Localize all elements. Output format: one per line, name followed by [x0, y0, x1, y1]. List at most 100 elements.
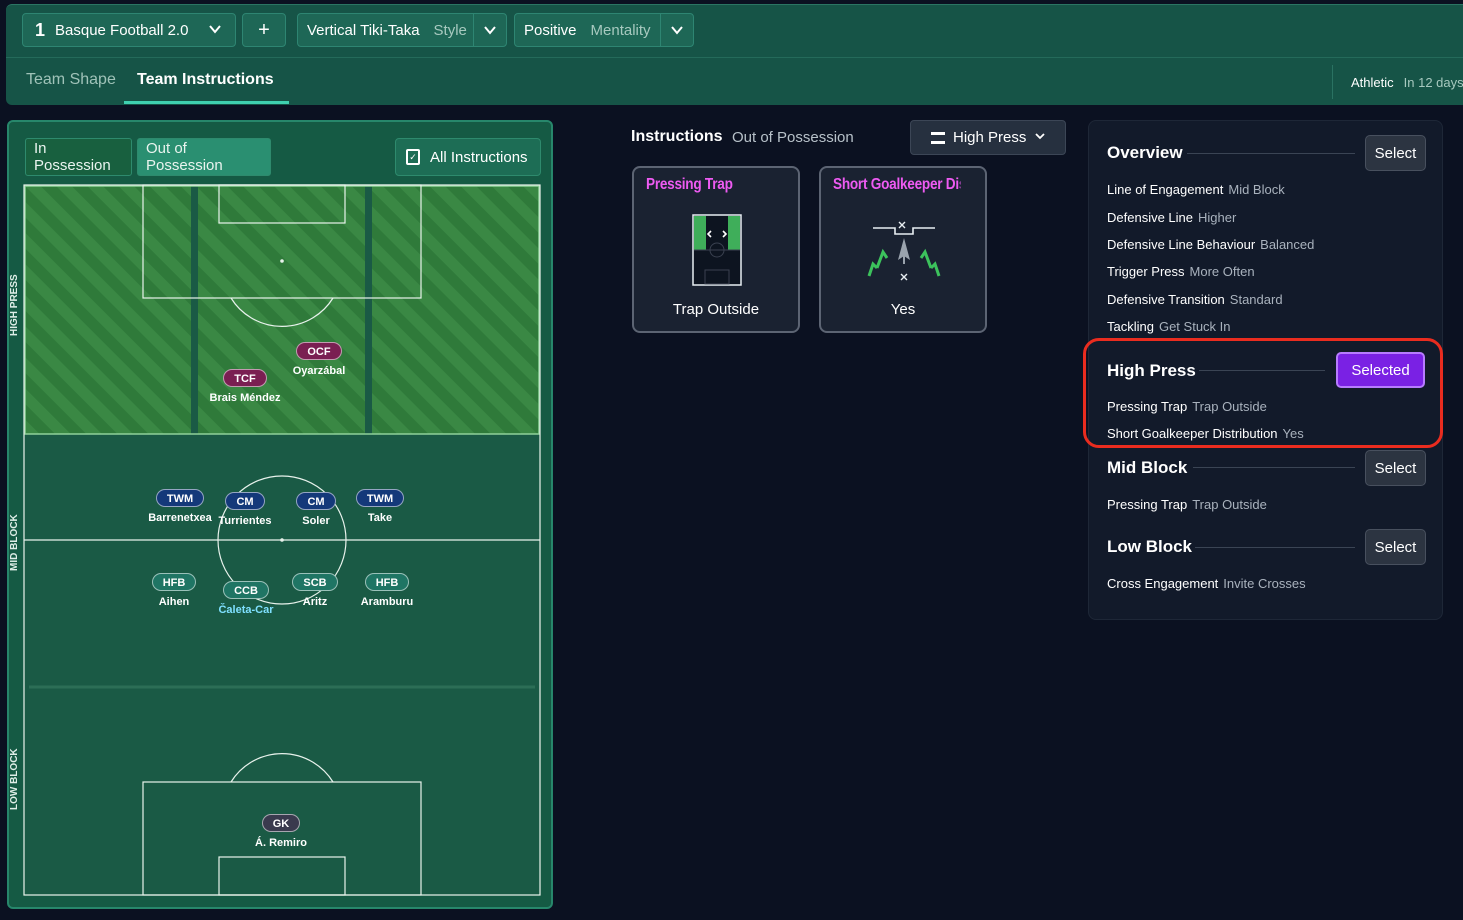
tab-team-instructions[interactable]: Team Instructions [137, 71, 274, 89]
mentality-label: Mentality [590, 21, 651, 39]
pitch: HIGH PRESS MID BLOCK LOW BLOCK OCF Oyarz… [9, 184, 541, 896]
divider [1187, 153, 1355, 154]
low-block-title: Low Block [1107, 537, 1193, 556]
chevron-down-icon [473, 14, 506, 46]
row-value: Trap Outside [1192, 497, 1267, 512]
row-value: More Often [1189, 264, 1255, 279]
position-badge: GK [261, 814, 301, 832]
high-press-zone-left [25, 186, 191, 434]
next-match-info[interactable]: Athletic In 12 days [1332, 65, 1463, 99]
position-badge: CM [296, 492, 336, 510]
player-name: Take [367, 512, 393, 524]
row-label: Defensive Line [1107, 210, 1193, 225]
checklist-icon: ✓ [406, 149, 420, 165]
player-gk[interactable]: GK Á. Remiro [236, 814, 326, 849]
divider [1195, 547, 1355, 548]
overview-row: Defensive Line Behaviour Balanced [1107, 237, 1314, 252]
instruction-card-pressing-trap[interactable]: Pressing Trap Trap Outside [632, 166, 800, 333]
pitch-trap-icon [692, 214, 742, 286]
row-label: Defensive Line Behaviour [1107, 237, 1256, 252]
out-of-possession-tab[interactable]: Out of Possession [137, 138, 271, 176]
row-value: Balanced [1260, 237, 1315, 252]
tactic-controls-row: 1 Basque Football 2.0 + Vertical Tiki-Ta… [6, 5, 1463, 58]
player-name: Brais Méndez [209, 392, 281, 404]
position-badge: OCF [296, 342, 342, 360]
plus-icon: + [258, 18, 270, 41]
position-badge: CM [225, 492, 265, 510]
card-title: Pressing Trap [646, 176, 733, 193]
mid-block-row: Pressing Trap Trap Outside [1107, 497, 1267, 512]
tabs-row: Team Shape Team Instructions Athletic In… [6, 57, 1463, 105]
style-selector[interactable]: Vertical Tiki-Taka Style [297, 13, 507, 47]
position-badge: SCB [292, 573, 338, 591]
overview-row: Tackling Get Stuck In [1107, 319, 1231, 334]
card-value: Yes [890, 301, 916, 318]
row-value: Invite Crosses [1223, 576, 1306, 591]
pitch-markings [23, 184, 541, 896]
chevron-down-icon [660, 14, 693, 46]
overview-row: Defensive Line Higher [1107, 210, 1236, 225]
position-badge: HFB [364, 573, 410, 591]
low-block-select-button[interactable]: Select [1365, 529, 1426, 565]
card-value: Trap Outside [672, 301, 760, 318]
row-label: Line of Engagement [1107, 182, 1224, 197]
in-possession-tab[interactable]: In Possession [25, 138, 132, 176]
zone-label-low-block: LOW BLOCK [9, 748, 20, 810]
next-opponent: Athletic [1351, 74, 1394, 90]
instructions-subtitle: Out of Possession [732, 129, 854, 146]
low-block-row: Cross Engagement Invite Crosses [1107, 576, 1306, 591]
tactic-selector[interactable]: 1 Basque Football 2.0 [22, 13, 236, 47]
active-tab-indicator [124, 101, 289, 104]
all-instructions-label: All Instructions [430, 148, 528, 166]
row-label: Tackling [1107, 319, 1154, 334]
position-badge: CCB [223, 581, 269, 599]
tactic-number: 1 [35, 19, 46, 40]
instruction-card-short-gk-distribution[interactable]: Short Goalkeeper Distr Yes [819, 166, 987, 333]
tactic-name: Basque Football 2.0 [55, 21, 189, 39]
player-tcf[interactable]: TCF Brais Méndez [200, 369, 290, 404]
row-label: Trigger Press [1107, 264, 1185, 279]
phase-dropdown[interactable]: High Press [910, 120, 1066, 155]
zone-label-mid-block: MID BLOCK [9, 514, 20, 571]
position-badge: TWM [155, 489, 205, 507]
style-value: Vertical Tiki-Taka [307, 21, 420, 39]
player-hfb-right[interactable]: HFB Aramburu [342, 573, 432, 608]
row-label: Pressing Trap [1107, 497, 1188, 512]
list-icon [931, 131, 945, 144]
all-instructions-button[interactable]: ✓ All Instructions [395, 138, 541, 176]
style-label: Style [433, 21, 467, 39]
row-value: Higher [1198, 210, 1237, 225]
player-name: Á. Remiro [255, 837, 307, 849]
add-tactic-button[interactable]: + [242, 13, 286, 47]
mentality-value: Positive [524, 21, 577, 39]
position-badge: TWM [355, 489, 405, 507]
chevron-down-icon [207, 21, 223, 41]
overview-row: Trigger Press More Often [1107, 264, 1255, 279]
chevron-down-icon [1034, 129, 1046, 146]
overview-row: Line of Engagement Mid Block [1107, 182, 1285, 197]
divider [1193, 467, 1355, 468]
row-value: Mid Block [1228, 182, 1285, 197]
mentality-selector[interactable]: Positive Mentality [514, 13, 694, 47]
position-badge: TCF [223, 369, 267, 387]
zone-label-high-press: HIGH PRESS [9, 274, 20, 336]
instructions-title: Instructions [631, 128, 723, 145]
phase-dropdown-value: High Press [953, 129, 1027, 146]
tab-team-shape[interactable]: Team Shape [26, 71, 116, 89]
overview-row: Defensive Transition Standard [1107, 292, 1283, 307]
overview-select-button[interactable]: Select [1365, 135, 1426, 171]
mid-block-title: Mid Block [1107, 458, 1188, 477]
card-title: Short Goalkeeper Distr [833, 176, 961, 193]
player-twm-right[interactable]: TWM Take [335, 489, 425, 524]
mid-block-select-button[interactable]: Select [1365, 450, 1426, 486]
row-value: Standard [1229, 292, 1283, 307]
row-label: Cross Engagement [1107, 576, 1219, 591]
highlight-annotation [1083, 338, 1443, 448]
pitch-panel: In Possession Out of Possession ✓ All In… [7, 120, 553, 909]
row-label: Defensive Transition [1107, 292, 1225, 307]
row-value: Get Stuck In [1158, 319, 1231, 334]
high-press-zone-right [372, 186, 539, 434]
goalkeeper-distribution-icon [867, 221, 941, 281]
overview-title: Overview [1107, 143, 1183, 162]
player-name: Aramburu [360, 596, 414, 608]
